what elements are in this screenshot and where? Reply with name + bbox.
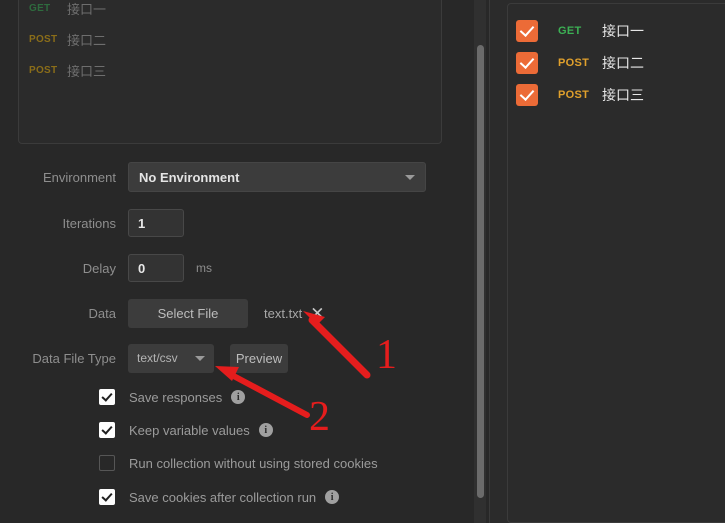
option-label: Keep variable values <box>129 422 250 438</box>
environment-row: Environment No Environment <box>0 162 470 192</box>
iterations-row: Iterations 1 <box>0 208 470 238</box>
request-name-label: 接口二 <box>67 32 107 48</box>
option-row-save-responses[interactable]: Save responses i <box>99 386 246 408</box>
request-name-label: 接口三 <box>602 87 644 103</box>
data-file-type-label: Data File Type <box>32 350 116 366</box>
checkbox-run-without-stored-cookies[interactable] <box>99 455 115 471</box>
info-icon[interactable]: i <box>325 490 340 504</box>
iterations-value: 1 <box>138 215 146 231</box>
annotation-number-1: 1 <box>376 332 397 378</box>
postman-collection-runner-window: GET 接口一 POST 接口二 POST 接口三 Environment No… <box>0 0 725 523</box>
list-item[interactable]: GET 接口一 <box>516 18 644 44</box>
selected-filename-label: text.txt <box>264 305 303 321</box>
delay-input[interactable]: 0 <box>128 254 184 282</box>
checkbox-keep-variable-values[interactable] <box>99 422 115 438</box>
request-method-label: POST <box>29 33 58 45</box>
annotation-number-2: 2 <box>309 394 330 440</box>
checkbox-save-responses[interactable] <box>99 389 115 405</box>
option-label: Save responses <box>129 389 223 405</box>
request-method-label: GET <box>558 25 582 37</box>
request-method-label: GET <box>29 2 51 14</box>
delay-row: Delay 0 ms <box>0 253 470 283</box>
chevron-down-icon <box>405 174 415 180</box>
iterations-label: Iterations <box>62 215 116 231</box>
request-selection-box <box>507 3 725 523</box>
environment-value: No Environment <box>139 169 240 185</box>
list-item[interactable]: POST 接口三 <box>19 55 441 85</box>
iterations-input[interactable]: 1 <box>128 209 184 237</box>
data-file-type-row: Data File Type text/csv Preview <box>0 343 470 373</box>
chevron-down-icon <box>195 355 205 361</box>
list-item[interactable]: POST 接口二 <box>19 24 441 54</box>
data-file-type-select[interactable]: text/csv <box>128 343 214 373</box>
environment-label: Environment <box>43 169 116 185</box>
delay-value: 0 <box>138 260 146 276</box>
checkbox-request-3[interactable] <box>516 84 538 106</box>
request-method-label: POST <box>558 89 590 101</box>
environment-select[interactable]: No Environment <box>128 162 426 192</box>
data-row: Data Select File text.txt ✕ <box>0 298 470 328</box>
checkbox-save-cookies-after-run[interactable] <box>99 489 115 505</box>
vertical-scrollbar-thumb[interactable] <box>477 45 484 498</box>
info-icon[interactable]: i <box>231 390 246 404</box>
checkbox-request-2[interactable] <box>516 52 538 74</box>
option-row-run-without-cookies[interactable]: Run collection without using stored cook… <box>99 452 378 474</box>
request-name-label: 接口一 <box>67 1 107 17</box>
option-row-save-cookies[interactable]: Save cookies after collection run i <box>99 486 340 508</box>
request-selection-pane: GET 接口一 POST 接口二 POST 接口三 <box>490 0 725 523</box>
data-file-type-value: text/csv <box>137 351 178 365</box>
request-method-label: POST <box>29 64 58 76</box>
info-icon[interactable]: i <box>258 423 273 437</box>
list-item[interactable]: POST 接口二 <box>516 50 644 76</box>
data-label: Data <box>88 305 116 321</box>
option-label: Run collection without using stored cook… <box>129 455 378 471</box>
runner-config-pane: GET 接口一 POST 接口二 POST 接口三 Environment No… <box>0 0 470 523</box>
delay-unit-label: ms <box>196 261 212 275</box>
delay-label: Delay <box>82 260 116 276</box>
select-file-button[interactable]: Select File <box>128 298 248 328</box>
close-icon[interactable]: ✕ <box>310 305 324 322</box>
request-name-label: 接口三 <box>67 63 107 79</box>
checkbox-request-1[interactable] <box>516 20 538 42</box>
list-item[interactable]: POST 接口三 <box>516 82 644 108</box>
request-method-label: POST <box>558 57 590 69</box>
list-item[interactable]: GET 接口一 <box>19 0 441 23</box>
preview-button[interactable]: Preview <box>230 343 288 373</box>
request-list-box: GET 接口一 POST 接口二 POST 接口三 <box>18 0 442 144</box>
option-label: Save cookies after collection run <box>129 489 317 505</box>
request-name-label: 接口一 <box>602 23 644 39</box>
request-name-label: 接口二 <box>602 55 644 71</box>
option-row-keep-variable-values[interactable]: Keep variable values i <box>99 419 273 441</box>
